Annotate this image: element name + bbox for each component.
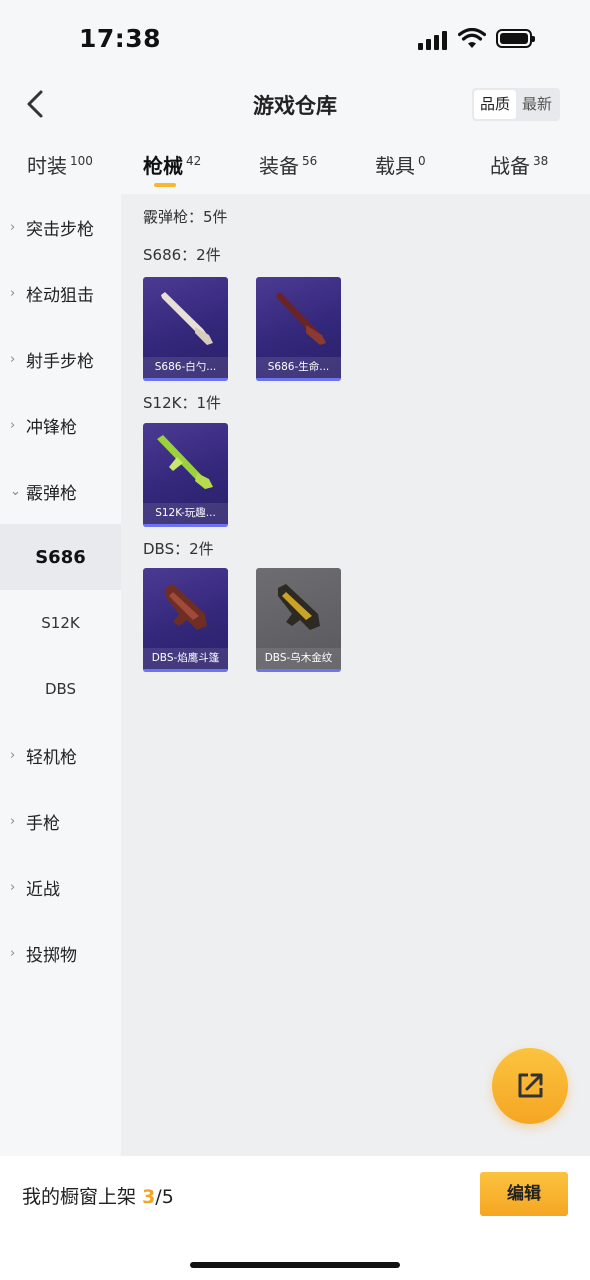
item-card[interactable]: S686-白勺... — [143, 277, 228, 381]
chevron-right-icon: › — [10, 219, 16, 235]
item-name: DBS-乌木金纹 — [256, 648, 341, 669]
sort-newest-button[interactable]: 最新 — [516, 90, 558, 119]
item-name: S12K-玩趣... — [143, 503, 228, 524]
item-card[interactable]: DBS-焰鹰斗篷 — [143, 568, 228, 672]
shotgun-icon — [161, 292, 213, 345]
tab-label: 载具 — [375, 154, 415, 178]
edit-button[interactable]: 编辑 — [480, 1172, 568, 1216]
chevron-right-icon: › — [10, 747, 16, 763]
share-button[interactable] — [492, 1048, 568, 1124]
rarity-bar — [143, 378, 228, 381]
chevron-right-icon: › — [10, 945, 16, 961]
chevron-right-icon: › — [10, 351, 16, 367]
tab-vehicles[interactable]: 载具 0 — [375, 150, 426, 179]
sort-quality-button[interactable]: 品质 — [474, 90, 517, 119]
sidebar-subitem-s12k[interactable]: S12K — [0, 590, 121, 656]
status-time: 17:38 — [79, 24, 162, 53]
item-card[interactable]: S686-生命... — [256, 277, 341, 381]
category-tabs: 时装 100 枪械 42 装备 56 载具 0 战备 38 — [0, 144, 590, 194]
tab-label: 枪械 — [143, 154, 183, 178]
sidebar-item-shotgun[interactable]: ⌄ 霰弹枪 — [0, 458, 121, 524]
sidebar-item-lmg[interactable]: › 轻机枪 — [0, 722, 121, 788]
sidebar-subitem-s686[interactable]: S686 — [0, 524, 121, 590]
sidebar-item-marksman-rifle[interactable]: › 射手步枪 — [0, 326, 121, 392]
sidebar-item-pistol[interactable]: › 手枪 — [0, 788, 121, 854]
nav-bar: 游戏仓库 品质 最新 — [0, 78, 590, 132]
tab-count: 0 — [418, 154, 426, 168]
status-bar: 17:38 — [0, 0, 590, 80]
tab-fashion[interactable]: 时装 100 — [27, 150, 93, 179]
sidebar-item-label: 霰弹枪 — [26, 483, 77, 504]
sidebar-subitem-dbs[interactable]: DBS — [0, 656, 121, 722]
chevron-down-icon: ⌄ — [10, 483, 21, 499]
wifi-icon — [458, 28, 486, 48]
tab-firearms[interactable]: 枪械 42 — [143, 150, 201, 179]
showcase-current-count: 3 — [142, 1186, 156, 1208]
tab-equipment[interactable]: 装备 56 — [259, 150, 317, 179]
home-indicator — [190, 1262, 400, 1268]
tab-label: 装备 — [259, 154, 299, 178]
sidebar-item-label: 冲锋枪 — [26, 417, 77, 438]
tab-supplies[interactable]: 战备 38 — [490, 150, 548, 179]
group-title: S686：2件 — [143, 246, 221, 264]
sidebar-item-label: 投掷物 — [26, 945, 77, 966]
rarity-bar — [143, 524, 228, 527]
showcase-total: /5 — [155, 1186, 174, 1208]
shotgun-icon — [157, 435, 213, 489]
sidebar-item-melee[interactable]: › 近战 — [0, 854, 121, 920]
category-summary: 霰弹枪：5件 — [143, 208, 228, 226]
sidebar-item-throwables[interactable]: › 投掷物 — [0, 920, 121, 986]
weapon-type-sidebar: › 突击步枪 › 栓动狙击 › 射手步枪 › 冲锋枪 ⌄ 霰弹枪 S686 S12K DB… — [0, 194, 121, 1156]
showcase-bar: 我的橱窗上架 3/5 编辑 — [0, 1156, 590, 1280]
shotgun-icon — [165, 584, 207, 630]
sidebar-item-label: 手枪 — [26, 813, 60, 834]
tab-count: 42 — [186, 154, 202, 168]
tab-count: 100 — [70, 154, 93, 168]
rarity-bar — [256, 378, 341, 381]
sidebar-item-smg[interactable]: › 冲锋枪 — [0, 392, 121, 458]
active-tab-indicator — [154, 183, 176, 187]
showcase-status: 我的橱窗上架 3/5 — [22, 1182, 174, 1209]
rarity-bar — [143, 669, 228, 672]
sidebar-item-label: 射手步枪 — [26, 351, 94, 372]
sidebar-item-assault-rifle[interactable]: › 突击步枪 — [0, 194, 121, 260]
chevron-right-icon: › — [10, 879, 16, 895]
tab-count: 38 — [533, 154, 549, 168]
share-icon — [518, 1073, 543, 1098]
chevron-right-icon: › — [10, 417, 16, 433]
rarity-bar — [256, 669, 341, 672]
group-title: DBS：2件 — [143, 540, 214, 558]
item-card[interactable]: S12K-玩趣... — [143, 423, 228, 527]
chevron-right-icon: › — [10, 285, 16, 301]
item-name: S686-生命... — [256, 357, 341, 378]
sidebar-item-label: 近战 — [26, 879, 60, 900]
sidebar-item-label: 轻机枪 — [26, 747, 77, 768]
tab-label: 战备 — [490, 154, 530, 178]
tab-label: 时装 — [27, 154, 67, 178]
item-name: DBS-焰鹰斗篷 — [143, 648, 228, 669]
sidebar-item-label: 栓动狙击 — [26, 285, 94, 306]
shotgun-icon — [276, 292, 326, 345]
signal-icon — [418, 30, 448, 50]
sort-toggle: 品质 最新 — [472, 88, 561, 121]
sidebar-item-bolt-sniper[interactable]: › 栓动狙击 — [0, 260, 121, 326]
shotgun-icon — [278, 584, 320, 630]
showcase-label: 我的橱窗上架 — [22, 1186, 137, 1208]
tab-count: 56 — [302, 154, 318, 168]
sidebar-item-label: 突击步枪 — [26, 219, 94, 240]
item-card[interactable]: DBS-乌木金纹 — [256, 568, 341, 672]
chevron-right-icon: › — [10, 813, 16, 829]
group-title: S12K：1件 — [143, 394, 221, 412]
item-name: S686-白勺... — [143, 357, 228, 378]
item-grid-area: 霰弹枪：5件 S686：2件 S686-白勺... S686-生命... S12… — [121, 194, 590, 1156]
battery-icon — [496, 29, 535, 48]
